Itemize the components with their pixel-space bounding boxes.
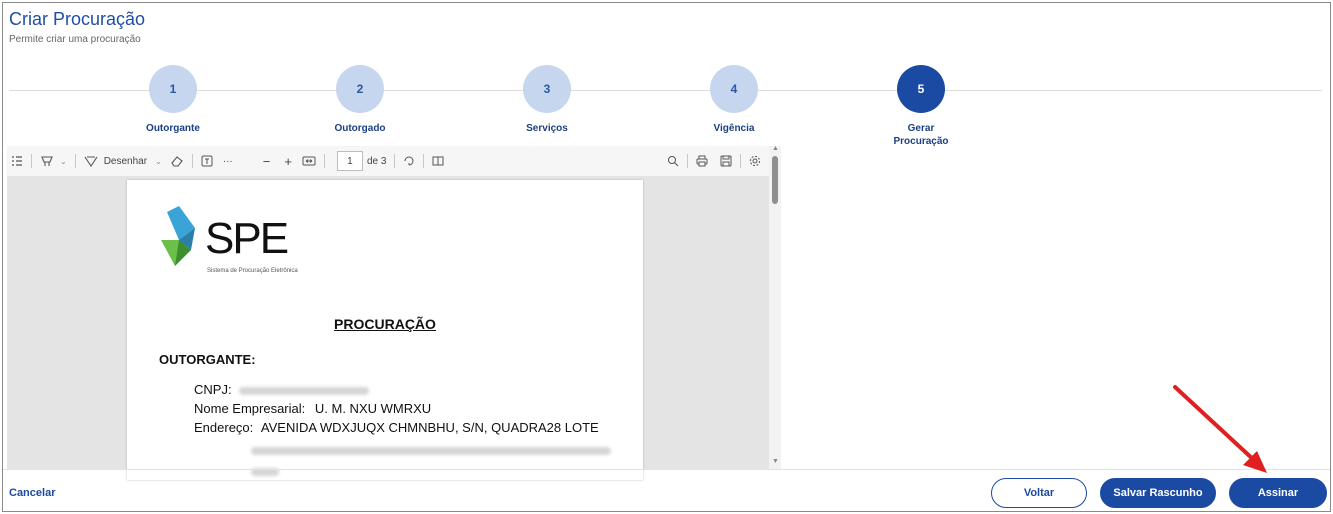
cancel-link[interactable]: Cancelar (9, 487, 55, 499)
step-vigencia[interactable]: 4 Vigência (674, 65, 794, 135)
step-label: Serviços (526, 123, 568, 134)
name-line: Nome Empresarial: U. M. NXU WMRXU (194, 401, 431, 416)
toolbar-divider (740, 154, 741, 168)
annotation-arrow-icon (1173, 385, 1267, 473)
step-outorgado[interactable]: 2 Outorgado (300, 65, 420, 135)
pdf-scrollbar[interactable]: ▲ ▼ (769, 145, 781, 469)
step-label: Vigência (713, 123, 755, 134)
text-box-icon[interactable] (201, 146, 213, 176)
redacted-address (251, 446, 611, 455)
name-value: U. M. NXU WMRXU (314, 401, 432, 416)
toolbar-divider (394, 154, 396, 168)
pdf-viewer: ⌄ Desenhar ⌄ ··· − + 1 de 3 ▲ ▼ SPE Sist… (7, 145, 781, 480)
step-number: 2 (336, 65, 384, 113)
page-subtitle: Permite criar uma procuração (9, 34, 141, 45)
step-gerar-procuracao[interactable]: 5 Gerar Procuração (861, 65, 981, 148)
cnpj-label: CNPJ: (194, 382, 232, 397)
app-window: Criar Procuração Permite criar uma procu… (2, 2, 1331, 512)
highlight-icon[interactable] (40, 146, 54, 176)
step-number: 5 (897, 65, 945, 113)
step-servicos[interactable]: 3 Serviços (487, 65, 607, 135)
toolbar-divider (191, 154, 193, 168)
address-line: Endereço: AVENIDA WDXJUQX CHMNBHU, S/N, … (194, 420, 599, 435)
eraser-icon[interactable] (170, 146, 184, 176)
redacted-cnpj (239, 386, 370, 395)
toolbar-divider (323, 154, 325, 168)
gear-icon[interactable] (749, 146, 761, 176)
page-number-input[interactable]: 1 (336, 151, 363, 171)
address-continuation-2 (251, 463, 279, 478)
logo-subtitle: Sistema de Procuração Eletrônica (207, 268, 298, 274)
footer-divider (3, 469, 1330, 470)
chevron-down-icon[interactable]: ⌄ (155, 146, 162, 176)
page-total: de 3 (366, 155, 387, 167)
step-label: Outorgante (146, 123, 200, 134)
name-label: Nome Empresarial: (194, 401, 306, 416)
step-label: Gerar Procuração (893, 123, 949, 147)
rotate-icon[interactable] (403, 146, 415, 176)
fit-page-icon[interactable] (302, 146, 316, 176)
toolbar-divider (74, 154, 76, 168)
cnpj-line: CNPJ: (194, 382, 370, 397)
step-number: 4 (710, 65, 758, 113)
toolbar-divider (687, 154, 688, 168)
zoom-in-button[interactable]: + (284, 146, 292, 176)
step-number: 1 (149, 65, 197, 113)
toolbar-divider (31, 154, 32, 168)
logo-text: SPE (205, 214, 289, 263)
scroll-down-icon[interactable]: ▼ (772, 458, 779, 465)
save-icon[interactable] (720, 146, 732, 176)
page-title: Criar Procuração (9, 9, 146, 29)
save-draft-button[interactable]: Salvar Rascunho (1100, 478, 1216, 508)
address-value: AVENIDA WDXJUQX CHMNBHU, S/N, QUADRA28 L… (260, 420, 599, 435)
contents-icon[interactable] (11, 146, 23, 176)
draw-label[interactable]: Desenhar (104, 146, 147, 176)
sign-button[interactable]: Assinar (1229, 478, 1327, 508)
step-outorgante[interactable]: 1 Outorgante (113, 65, 233, 135)
pdf-toolbar: ⌄ Desenhar ⌄ ··· − + 1 de 3 (7, 146, 769, 176)
step-number: 3 (523, 65, 571, 113)
page-view-icon[interactable] (432, 146, 444, 176)
scroll-up-icon[interactable]: ▲ (772, 145, 779, 152)
step-label: Outorgado (334, 123, 386, 134)
back-button[interactable]: Voltar (991, 478, 1087, 508)
search-icon[interactable] (667, 146, 679, 176)
chevron-down-icon[interactable]: ⌄ (60, 146, 67, 176)
more-icon[interactable]: ··· (223, 146, 233, 176)
pdf-page: SPE Sistema de Procuração Eletrônica PRO… (127, 180, 643, 480)
draw-icon[interactable] (84, 146, 98, 176)
section-outorgante: OUTORGANTE: (159, 352, 256, 367)
print-icon[interactable] (696, 146, 708, 176)
address-continuation (251, 442, 611, 457)
scroll-thumb[interactable] (772, 156, 778, 204)
zoom-out-button[interactable]: − (263, 146, 271, 176)
document-heading: PROCURAÇÃO (334, 316, 436, 332)
toolbar-divider (423, 154, 425, 168)
address-label: Endereço: (194, 420, 254, 435)
